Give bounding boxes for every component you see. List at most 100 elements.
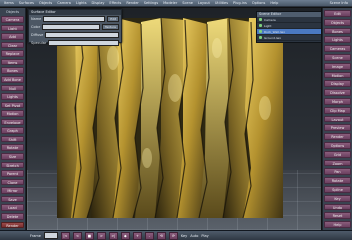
surface-row-field[interactable] [48, 40, 119, 46]
left-tool-button-17[interactable]: Stretch [1, 161, 24, 169]
timeline-button-3[interactable]: > [96, 231, 106, 240]
right-tool-button-24[interactable]: Help [324, 221, 351, 228]
left-tool-button-3[interactable]: Clear [1, 41, 24, 49]
left-tool-button-23[interactable]: Delete [1, 212, 24, 220]
frame-field[interactable] [43, 232, 58, 239]
left-tool-button-24[interactable]: Render [1, 221, 24, 229]
left-tool-button-18[interactable]: Parent [1, 170, 24, 177]
right-tool-button-9[interactable]: Dissolve [324, 89, 351, 96]
left-tool-button-0[interactable]: Camera [1, 16, 24, 23]
left-tool-button-5[interactable]: Items [1, 58, 24, 66]
left-tool-button-11[interactable]: Motion [1, 110, 24, 117]
menu-item-1[interactable]: Surfaces [19, 1, 34, 5]
right-tool-button-20[interactable]: Spline [324, 185, 351, 193]
right-tool-button-1[interactable]: Objects [324, 18, 351, 26]
left-tool-button-19[interactable]: Clone [1, 178, 24, 186]
left-tool-button-1[interactable]: Light [1, 24, 24, 32]
menu-item-8[interactable]: Settings [144, 1, 158, 5]
surface-row: Specular [29, 39, 121, 47]
right-tool-button-6[interactable]: Image [324, 62, 351, 70]
left-tool-button-14[interactable]: Shift [1, 135, 24, 143]
timeline-button-0[interactable]: |< [60, 231, 70, 240]
visibility-icon[interactable] [259, 18, 262, 21]
menu-item-9[interactable]: Modeler [163, 1, 177, 5]
scene-item-row[interactable]: Ground.lwo [257, 35, 321, 41]
right-tool-button-13[interactable]: Preview [324, 124, 351, 132]
visibility-icon[interactable] [259, 30, 262, 33]
timeline-label-1: Key [180, 233, 188, 238]
surface-row-label: Color [31, 25, 41, 29]
scene-item-label: Rock_Wall.lwo [264, 29, 286, 34]
left-tool-button-4[interactable]: Replace [1, 50, 24, 57]
visibility-icon[interactable] [259, 36, 262, 39]
left-toolbar: Objects Camera Light Add Clear Replace Items B… [0, 8, 26, 230]
right-tool-button-0[interactable]: Edit [324, 10, 351, 17]
left-tool-button-2[interactable]: Add [1, 33, 24, 40]
surface-row-field[interactable] [45, 32, 119, 38]
left-tool-button-8[interactable]: Null [1, 84, 24, 92]
menu-item-11[interactable]: Layout [198, 1, 210, 5]
menu-item-6[interactable]: Effects [109, 1, 121, 5]
left-tool-button-20[interactable]: Mirror [1, 187, 24, 194]
menu-item-3[interactable]: Camera [57, 1, 71, 5]
left-tool-button-13[interactable]: Graph [1, 127, 24, 134]
right-tool-button-11[interactable]: Clip Map [324, 106, 351, 114]
left-tool-button-12[interactable]: Envelope [1, 118, 24, 126]
timeline-button-5[interactable]: ◆ [120, 231, 130, 240]
right-tool-button-8[interactable]: Display [324, 80, 351, 88]
right-tool-button-22[interactable]: Undo [324, 203, 351, 211]
menu-item-15[interactable]: Help [270, 1, 278, 5]
timeline-label-2: Auto [190, 233, 199, 238]
surface-row-field[interactable] [43, 16, 106, 22]
left-tool-button-16[interactable]: Size [1, 153, 24, 160]
right-tool-button-14[interactable]: Render [324, 133, 351, 140]
right-tool-button-18[interactable]: Pan [324, 168, 351, 176]
left-tool-button-21[interactable]: Save [1, 195, 24, 203]
right-tool-button-5[interactable]: Scene [324, 53, 351, 61]
right-tool-button-10[interactable]: Morph [324, 97, 351, 105]
scene-item-label: Camera [264, 17, 276, 22]
menu-item-7[interactable]: Render [126, 1, 138, 5]
scene-info-label: Scene Info [329, 1, 348, 5]
right-tool-button-21[interactable]: Key [324, 194, 351, 202]
surface-button-0[interactable]: Edit [107, 16, 119, 22]
timeline-button-8[interactable]: ⟲ [156, 231, 166, 240]
menu-item-2[interactable]: Objects [39, 1, 52, 5]
surface-button-1[interactable]: Texture [102, 24, 119, 30]
right-tool-button-4[interactable]: Cameras [324, 45, 351, 52]
left-tool-button-10[interactable]: Set Pivot [1, 101, 24, 109]
menu-item-13[interactable]: Plug-ins [233, 1, 247, 5]
menu-item-10[interactable]: Scene [182, 1, 193, 5]
timeline-button-1[interactable]: < [72, 231, 82, 240]
right-tool-button-23[interactable]: Reset [324, 212, 351, 220]
menu-item-12[interactable]: Utilities [215, 1, 228, 5]
timeline-button-4[interactable]: >| [108, 231, 118, 240]
right-tool-button-2[interactable]: Bones [324, 27, 351, 35]
timeline-button-7[interactable]: - [144, 231, 154, 240]
left-tool-button-7[interactable]: Add Bone [1, 75, 24, 83]
surface-row-label: Specular [31, 41, 47, 45]
timeline-button-2[interactable]: ■ [84, 231, 94, 240]
menu-item-0[interactable]: Items [4, 1, 14, 5]
menu-item-4[interactable]: Lights [76, 1, 87, 5]
menu-item-14[interactable]: Options [252, 1, 266, 5]
left-tool-button-15[interactable]: Rotate [1, 144, 24, 151]
right-tool-button-16[interactable]: Grid [324, 150, 351, 158]
right-tool-button-3[interactable]: Lights [324, 36, 351, 44]
left-tool-button-9[interactable]: Lights [1, 93, 24, 100]
surface-row: Name Edit [29, 15, 121, 23]
scene-item-label: Light [264, 23, 272, 28]
right-tool-button-15[interactable]: Options [324, 141, 351, 149]
timeline-button-9[interactable]: ⟳ [168, 231, 178, 240]
surface-row-field[interactable] [42, 24, 101, 30]
right-tool-button-7[interactable]: Motion [324, 71, 351, 79]
visibility-icon[interactable] [259, 24, 262, 27]
left-tool-button-6[interactable]: Bones [1, 67, 24, 74]
left-tool-button-22[interactable]: Load [1, 204, 24, 211]
right-tool-button-12[interactable]: Layout [324, 115, 351, 123]
rock-wall-render [57, 18, 283, 218]
menu-item-5[interactable]: Display [92, 1, 105, 5]
right-tool-button-17[interactable]: Zoom [324, 159, 351, 167]
right-tool-button-19[interactable]: Rotate [324, 177, 351, 184]
timeline-button-6[interactable]: + [132, 231, 142, 240]
